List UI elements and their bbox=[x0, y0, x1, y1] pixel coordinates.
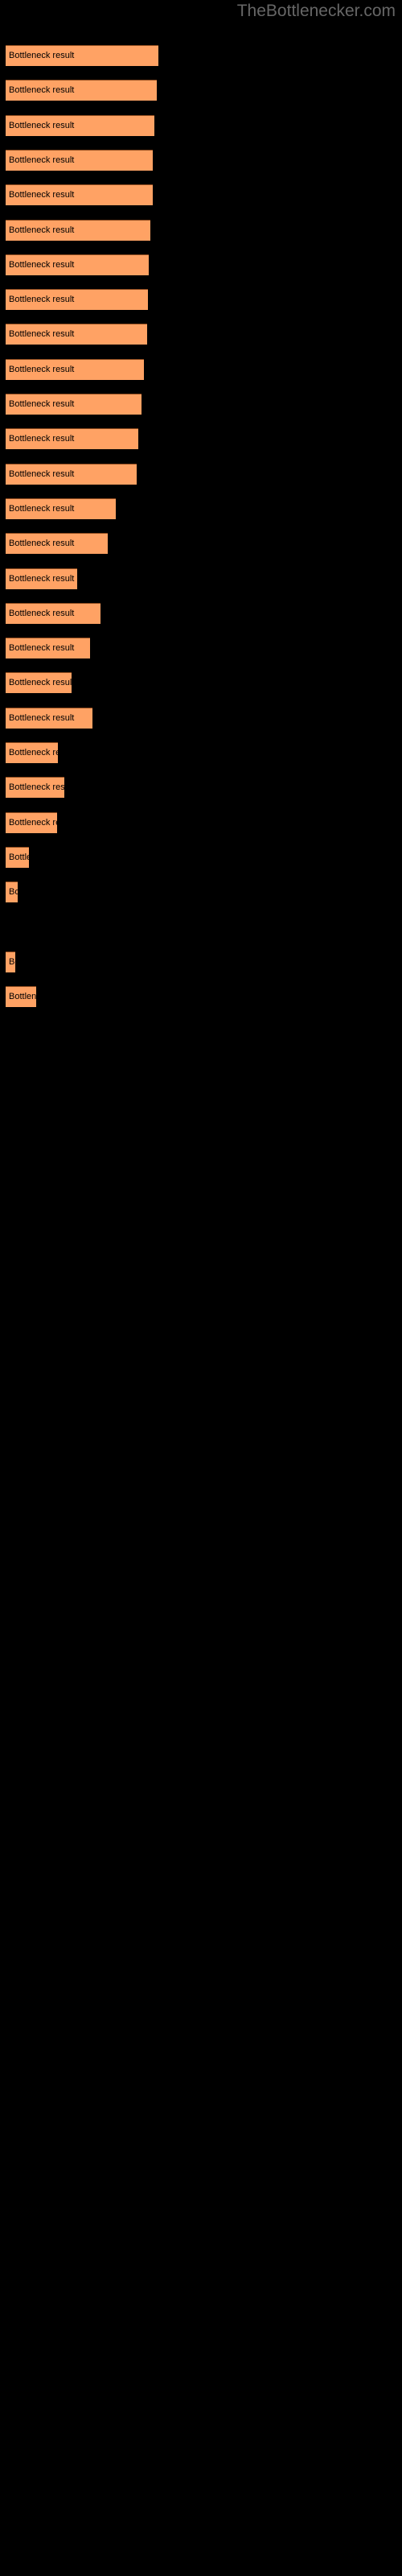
bars-layer: Bottleneck result Bottleneck result Bottle… bbox=[0, 0, 402, 2576]
bar-row: Bottleneck result bbox=[0, 358, 402, 380]
bar-clip: Bottleneck result bbox=[6, 777, 64, 799]
bar[interactable] bbox=[6, 114, 154, 136]
bar-row: Bottleneck result bbox=[0, 497, 402, 519]
bar-clip: Bottleneck result bbox=[6, 358, 144, 380]
bar-clip: Bottleneck result bbox=[6, 811, 57, 833]
bar[interactable] bbox=[6, 602, 100, 624]
bar-row bbox=[0, 917, 402, 938]
bar-row: Bottleneck result bbox=[0, 638, 402, 659]
bar-clip: Bottleneck result bbox=[6, 463, 137, 485]
bar[interactable] bbox=[6, 497, 116, 519]
bar[interactable] bbox=[6, 638, 90, 659]
bar-row: Bottleneck result bbox=[0, 602, 402, 624]
bar-row: Bottleneck result bbox=[0, 707, 402, 729]
bar[interactable] bbox=[6, 428, 138, 450]
bar-clip: Bottleneck result bbox=[6, 149, 153, 171]
bar-clip: Bottleneck result bbox=[6, 428, 138, 450]
bar-clip: Bottleneck result bbox=[6, 184, 153, 206]
bar-clip: Bottleneck result bbox=[6, 533, 108, 555]
bar[interactable] bbox=[6, 289, 148, 311]
bar-row: Bottleneck result bbox=[0, 811, 402, 833]
bar[interactable] bbox=[6, 533, 108, 555]
bar-clip: Bottleneck result bbox=[6, 324, 147, 345]
bar-clip: Bottleneck result bbox=[6, 881, 18, 903]
bar[interactable] bbox=[6, 324, 147, 345]
bar[interactable] bbox=[6, 846, 29, 868]
bar-clip: Bottleneck result bbox=[6, 289, 148, 311]
bar-clip: Bottleneck result bbox=[6, 602, 100, 624]
bar-row: Bottleneck result bbox=[0, 986, 402, 1008]
bar-clip: Bottleneck result bbox=[6, 986, 36, 1008]
bar-row: Bottleneck result bbox=[0, 428, 402, 450]
bar-row: Bottleneck result bbox=[0, 394, 402, 415]
bar-clip: Bottleneck result bbox=[6, 742, 58, 763]
bar[interactable] bbox=[6, 463, 137, 485]
bar[interactable] bbox=[6, 568, 77, 589]
bar[interactable] bbox=[6, 672, 72, 694]
bar-clip: Bottleneck result bbox=[6, 638, 90, 659]
bar[interactable] bbox=[6, 986, 36, 1008]
bar-row: Bottleneck result bbox=[0, 45, 402, 66]
bar[interactable] bbox=[6, 80, 157, 101]
bar-row: Bottleneck result bbox=[0, 184, 402, 206]
bar-row: Bottleneck result bbox=[0, 672, 402, 694]
bar-row: Bottleneck result bbox=[0, 114, 402, 136]
bar-clip: Bottleneck result bbox=[6, 219, 150, 241]
bar-row: Bottleneck result bbox=[0, 149, 402, 171]
bar[interactable] bbox=[6, 254, 149, 275]
bar-clip: Bottleneck result bbox=[6, 114, 154, 136]
bar[interactable] bbox=[6, 219, 150, 241]
bar-clip: Bottleneck result bbox=[6, 394, 142, 415]
bar-row: Bottleneck result bbox=[0, 289, 402, 311]
bar[interactable] bbox=[6, 811, 57, 833]
bar[interactable] bbox=[6, 394, 142, 415]
bar-clip: Bottleneck result bbox=[6, 846, 29, 868]
bar-row: Bottleneck result bbox=[0, 951, 402, 972]
bar[interactable] bbox=[6, 951, 15, 972]
bar[interactable] bbox=[6, 45, 158, 66]
bar-row: Bottleneck result bbox=[0, 254, 402, 275]
bar-row: Bottleneck result bbox=[0, 324, 402, 345]
bar-clip: Bottleneck result bbox=[6, 497, 116, 519]
bar[interactable] bbox=[6, 742, 58, 763]
bar-clip: Bottleneck result bbox=[6, 951, 15, 972]
bar[interactable] bbox=[6, 777, 64, 799]
bar-row: Bottleneck result bbox=[0, 219, 402, 241]
bar-row: Bottleneck result bbox=[0, 777, 402, 799]
bottleneck-chart: TheBottlenecker.com Bottleneck result Bot… bbox=[0, 0, 402, 2576]
bar-row: Bottleneck result bbox=[0, 742, 402, 763]
bar[interactable] bbox=[6, 707, 92, 729]
bar-row: Bottleneck result bbox=[0, 463, 402, 485]
bar[interactable] bbox=[6, 881, 18, 903]
bar-clip: Bottleneck result bbox=[6, 80, 157, 101]
bar-clip: Bottleneck result bbox=[6, 672, 72, 694]
bar-row: Bottleneck result bbox=[0, 533, 402, 555]
bar[interactable] bbox=[6, 358, 144, 380]
bar-row: Bottleneck result bbox=[0, 846, 402, 868]
bar-clip: Bottleneck result bbox=[6, 254, 149, 275]
bar-row: Bottleneck result bbox=[0, 881, 402, 903]
bar-row: Bottleneck result bbox=[0, 80, 402, 101]
bar-clip: Bottleneck result bbox=[6, 45, 158, 66]
bar[interactable] bbox=[6, 149, 153, 171]
bar-row: Bottleneck result bbox=[0, 568, 402, 589]
bar-clip: Bottleneck result bbox=[6, 568, 77, 589]
bar[interactable] bbox=[6, 184, 153, 206]
bar-clip: Bottleneck result bbox=[6, 707, 92, 729]
